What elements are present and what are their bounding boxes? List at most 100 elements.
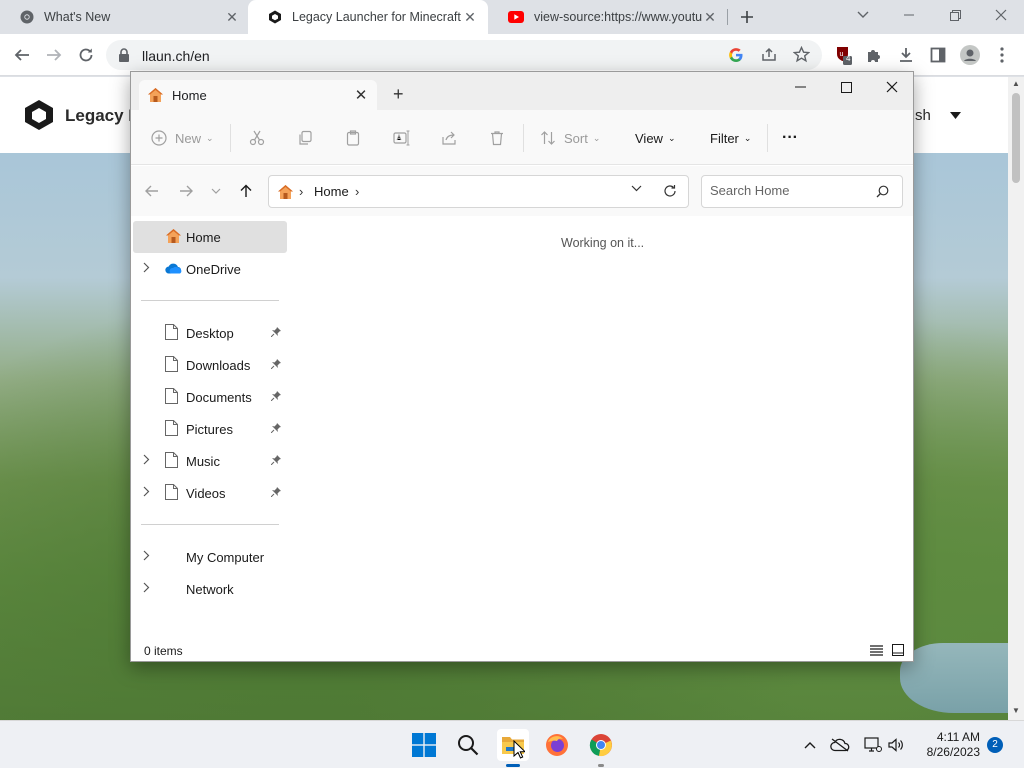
pin-icon[interactable]: [271, 487, 281, 497]
breadcrumb-chevron-icon[interactable]: ›: [355, 184, 359, 199]
taskbar-clock[interactable]: 4:11 AM 8/26/2023: [916, 730, 980, 760]
lock-icon[interactable]: [118, 48, 130, 62]
nav-item-videos[interactable]: Videos: [133, 477, 287, 509]
taskbar-chrome[interactable]: [585, 729, 617, 761]
explorer-close-button[interactable]: [869, 74, 915, 100]
taskbar-search-button[interactable]: [452, 729, 484, 761]
chrome-menu-icon[interactable]: [989, 42, 1015, 68]
show-hidden-icons-button[interactable]: [800, 735, 820, 755]
google-icon[interactable]: [728, 47, 744, 63]
large-icons-view-icon[interactable]: [892, 644, 904, 656]
browser-toolbar: llaun.ch/en u 4: [0, 34, 1024, 76]
start-button[interactable]: [408, 729, 440, 761]
restore-button[interactable]: [932, 0, 978, 30]
explorer-address-bar[interactable]: › Home ›: [268, 175, 689, 208]
network-icon[interactable]: [863, 735, 883, 755]
cut-button[interactable]: [249, 127, 265, 149]
explorer-maximize-button[interactable]: [823, 74, 869, 100]
pin-icon[interactable]: [271, 327, 281, 337]
close-tab-icon[interactable]: ✕: [462, 9, 478, 25]
browser-tab-view-source[interactable]: view-source:https://www.youtube ✕: [488, 0, 728, 34]
close-tab-icon[interactable]: ✕: [351, 86, 371, 104]
filter-button[interactable]: Filter ⌄: [710, 127, 751, 149]
delete-button[interactable]: [489, 127, 505, 149]
explorer-search-box[interactable]: [701, 175, 903, 208]
browser-tab-legacy-launcher[interactable]: Legacy Launcher for Minecraft ✕: [248, 0, 488, 34]
onedrive-offline-icon[interactable]: [830, 735, 850, 755]
expand-chevron-icon[interactable]: [143, 262, 150, 273]
legacy-launcher-logo-icon[interactable]: [24, 99, 54, 131]
scroll-down-arrow-icon[interactable]: ▼: [1012, 707, 1020, 715]
details-view-icon[interactable]: [870, 644, 883, 656]
back-button[interactable]: [9, 42, 35, 68]
scroll-thumb[interactable]: [1012, 93, 1020, 183]
scroll-up-arrow-icon[interactable]: ▲: [1012, 80, 1020, 88]
taskbar-firefox[interactable]: [541, 729, 573, 761]
view-button[interactable]: View ⌄: [635, 127, 676, 149]
extensions-puzzle-icon[interactable]: [861, 42, 887, 68]
nav-item-pictures[interactable]: Pictures: [133, 413, 287, 445]
expand-chevron-icon[interactable]: [143, 550, 150, 561]
tab-search-button[interactable]: [840, 0, 886, 30]
nav-item-documents[interactable]: Documents: [133, 381, 287, 413]
explorer-content-pane[interactable]: Working on it...: [289, 217, 913, 642]
explorer-tab-home[interactable]: Home ✕: [139, 80, 377, 110]
chrome-icon: [589, 733, 613, 757]
close-tab-icon[interactable]: ✕: [702, 9, 718, 25]
volume-icon[interactable]: [886, 735, 906, 755]
breadcrumb-chevron-icon[interactable]: ›: [299, 184, 303, 199]
explorer-address-row: › Home ›: [131, 166, 913, 216]
expand-chevron-icon[interactable]: [143, 486, 150, 497]
nav-item-home[interactable]: Home: [133, 221, 287, 253]
close-window-button[interactable]: [978, 0, 1024, 30]
download-icon[interactable]: [893, 42, 919, 68]
url-text[interactable]: llaun.ch/en: [142, 48, 210, 64]
breadcrumb-home[interactable]: Home: [314, 184, 349, 199]
recent-locations-button[interactable]: [205, 180, 227, 202]
nav-item-onedrive[interactable]: OneDrive: [133, 253, 287, 285]
side-panel-icon[interactable]: [925, 42, 951, 68]
up-button[interactable]: [235, 180, 257, 202]
pin-icon[interactable]: [271, 391, 281, 401]
expand-chevron-icon[interactable]: [143, 454, 150, 465]
pin-icon[interactable]: [271, 423, 281, 433]
language-caret-icon[interactable]: [950, 107, 961, 119]
ublock-extension-icon[interactable]: u 4: [831, 42, 857, 68]
close-tab-icon[interactable]: ✕: [224, 9, 240, 25]
search-input[interactable]: [710, 183, 870, 198]
copy-button[interactable]: [297, 127, 313, 149]
search-icon[interactable]: [876, 185, 889, 198]
back-button[interactable]: [141, 180, 163, 202]
nav-item-downloads[interactable]: Downloads: [133, 349, 287, 381]
address-bar[interactable]: llaun.ch/en: [106, 40, 822, 70]
explorer-titlebar[interactable]: Home ✕ +: [131, 72, 913, 110]
sort-button[interactable]: Sort ⌄: [540, 127, 600, 149]
share-button[interactable]: [441, 127, 457, 149]
nav-item-network[interactable]: Network: [133, 573, 287, 605]
notification-badge[interactable]: 2: [987, 737, 1003, 753]
refresh-icon[interactable]: [663, 184, 677, 198]
new-tab-button[interactable]: [736, 6, 758, 28]
forward-button[interactable]: [175, 180, 197, 202]
pin-icon[interactable]: [271, 455, 281, 465]
pin-icon[interactable]: [271, 359, 281, 369]
explorer-minimize-button[interactable]: [777, 74, 823, 100]
profile-avatar-icon[interactable]: [957, 42, 983, 68]
see-more-button[interactable]: ···: [782, 127, 798, 149]
page-scrollbar[interactable]: ▲ ▼: [1008, 77, 1024, 720]
expand-chevron-icon[interactable]: [143, 582, 150, 593]
nav-item-music[interactable]: Music: [133, 445, 287, 477]
paste-button[interactable]: [345, 127, 361, 149]
new-button[interactable]: New ⌄: [151, 127, 214, 149]
address-history-chevron-icon[interactable]: [631, 185, 642, 192]
browser-tab-whats-new[interactable]: What's New ✕: [0, 0, 250, 34]
explorer-new-tab-button[interactable]: +: [393, 84, 404, 105]
nav-item-my-computer[interactable]: My Computer: [133, 541, 287, 573]
minimize-button[interactable]: [886, 0, 932, 30]
forward-button[interactable]: [41, 42, 67, 68]
bookmark-star-icon[interactable]: [793, 46, 810, 63]
nav-item-desktop[interactable]: Desktop: [133, 317, 287, 349]
reload-button[interactable]: [73, 42, 99, 68]
rename-button[interactable]: [393, 127, 411, 149]
share-icon[interactable]: [761, 47, 777, 63]
